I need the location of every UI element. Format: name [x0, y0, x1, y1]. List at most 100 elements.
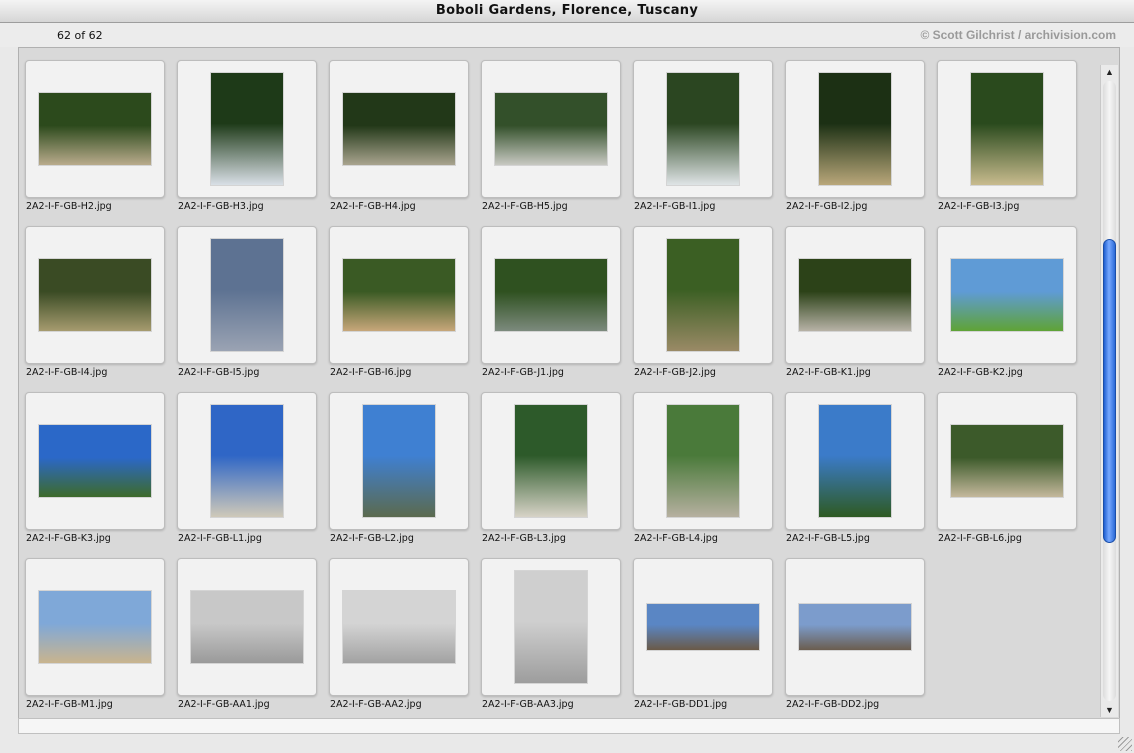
- thumbnail-image[interactable]: [951, 425, 1063, 497]
- thumbnail-image[interactable]: [343, 259, 455, 331]
- thumbnail-item[interactable]: 2A2-I-F-GB-L6.jpg: [931, 380, 1083, 545]
- thumbnail-filename: 2A2-I-F-GB-AA2.jpg: [330, 699, 422, 710]
- slide-mount[interactable]: [785, 60, 925, 198]
- thumbnail-filename: 2A2-I-F-GB-I5.jpg: [178, 367, 260, 378]
- thumbnail-filename: 2A2-I-F-GB-K2.jpg: [938, 367, 1023, 378]
- thumbnail-item[interactable]: 2A2-I-F-GB-L2.jpg: [323, 380, 475, 545]
- thumbnail-image[interactable]: [515, 571, 587, 683]
- thumbnail-item[interactable]: 2A2-I-F-GB-L5.jpg: [779, 380, 931, 545]
- thumbnail-item[interactable]: 2A2-I-F-GB-K3.jpg: [19, 380, 171, 545]
- thumbnail-item[interactable]: 2A2-I-F-GB-AA1.jpg: [171, 546, 323, 711]
- thumbnail-image[interactable]: [343, 93, 455, 165]
- thumbnail-item[interactable]: 2A2-I-F-GB-AA3.jpg: [475, 546, 627, 711]
- thumbnail-item[interactable]: 2A2-I-F-GB-I2.jpg: [779, 48, 931, 213]
- thumbnail-image[interactable]: [363, 405, 435, 517]
- scroll-up-arrow-icon[interactable]: ▲: [1101, 65, 1118, 79]
- thumbnail-image[interactable]: [971, 73, 1043, 185]
- slide-mount[interactable]: [481, 558, 621, 696]
- slide-mount[interactable]: [25, 226, 165, 364]
- thumbnail-image[interactable]: [39, 259, 151, 331]
- thumbnail-image[interactable]: [515, 405, 587, 517]
- thumbnail-filename: 2A2-I-F-GB-H3.jpg: [178, 201, 264, 212]
- thumbnail-image[interactable]: [667, 73, 739, 185]
- thumbnail-item[interactable]: 2A2-I-F-GB-K2.jpg: [931, 214, 1083, 379]
- slide-mount[interactable]: [177, 558, 317, 696]
- thumbnail-item[interactable]: 2A2-I-F-GB-DD1.jpg: [627, 546, 779, 711]
- thumbnail-item[interactable]: 2A2-I-F-GB-L4.jpg: [627, 380, 779, 545]
- thumbnail-item[interactable]: 2A2-I-F-GB-L1.jpg: [171, 380, 323, 545]
- thumbnail-image[interactable]: [495, 93, 607, 165]
- copyright-credit: © Scott Gilchrist / archivision.com: [920, 28, 1116, 42]
- thumbnail-item[interactable]: 2A2-I-F-GB-H3.jpg: [171, 48, 323, 213]
- slide-mount[interactable]: [329, 392, 469, 530]
- thumbnail-image[interactable]: [211, 239, 283, 351]
- thumbnail-item[interactable]: 2A2-I-F-GB-I5.jpg: [171, 214, 323, 379]
- slide-mount[interactable]: [25, 60, 165, 198]
- slide-mount[interactable]: [633, 226, 773, 364]
- thumbnail-grid: 2A2-I-F-GB-H2.jpg 2A2-I-F-GB-H3.jpg 2A2-I-…: [19, 48, 1099, 718]
- thumbnail-image[interactable]: [39, 425, 151, 497]
- thumbnail-filename: 2A2-I-F-GB-M1.jpg: [26, 699, 113, 710]
- thumbnail-image[interactable]: [819, 73, 891, 185]
- scroll-down-arrow-icon[interactable]: ▼: [1101, 703, 1118, 717]
- slide-mount[interactable]: [633, 392, 773, 530]
- thumbnail-filename: 2A2-I-F-GB-J1.jpg: [482, 367, 564, 378]
- thumbnail-filename: 2A2-I-F-GB-L4.jpg: [634, 533, 718, 544]
- thumbnail-image[interactable]: [211, 73, 283, 185]
- slide-mount[interactable]: [177, 226, 317, 364]
- thumbnail-item[interactable]: 2A2-I-F-GB-AA2.jpg: [323, 546, 475, 711]
- thumbnail-image[interactable]: [799, 604, 911, 650]
- thumbnail-item[interactable]: 2A2-I-F-GB-H2.jpg: [19, 48, 171, 213]
- slide-mount[interactable]: [25, 392, 165, 530]
- scroll-thumb[interactable]: [1103, 239, 1116, 543]
- thumbnail-image[interactable]: [39, 591, 151, 663]
- thumbnail-item[interactable]: 2A2-I-F-GB-H5.jpg: [475, 48, 627, 213]
- slide-mount[interactable]: [481, 392, 621, 530]
- thumbnail-item[interactable]: 2A2-I-F-GB-J2.jpg: [627, 214, 779, 379]
- thumbnail-item[interactable]: 2A2-I-F-GB-I3.jpg: [931, 48, 1083, 213]
- thumbnail-item[interactable]: 2A2-I-F-GB-DD2.jpg: [779, 546, 931, 711]
- slide-mount[interactable]: [329, 558, 469, 696]
- slide-mount[interactable]: [481, 60, 621, 198]
- thumbnail-image[interactable]: [667, 405, 739, 517]
- image-count: 62 of 62: [57, 29, 103, 42]
- resize-grip-icon[interactable]: [1118, 737, 1132, 751]
- thumbnail-image[interactable]: [495, 259, 607, 331]
- slide-mount[interactable]: [329, 60, 469, 198]
- thumbnail-item[interactable]: 2A2-I-F-GB-K1.jpg: [779, 214, 931, 379]
- thumbnail-item[interactable]: 2A2-I-F-GB-L3.jpg: [475, 380, 627, 545]
- thumbnail-filename: 2A2-I-F-GB-AA1.jpg: [178, 699, 270, 710]
- slide-mount[interactable]: [481, 226, 621, 364]
- slide-mount[interactable]: [937, 226, 1077, 364]
- thumbnail-filename: 2A2-I-F-GB-J2.jpg: [634, 367, 716, 378]
- thumbnail-image[interactable]: [799, 259, 911, 331]
- slide-mount[interactable]: [329, 226, 469, 364]
- slide-mount[interactable]: [785, 392, 925, 530]
- thumbnail-item[interactable]: 2A2-I-F-GB-I1.jpg: [627, 48, 779, 213]
- slide-mount[interactable]: [937, 60, 1077, 198]
- slide-mount[interactable]: [937, 392, 1077, 530]
- vertical-scrollbar[interactable]: ▲ ▼: [1100, 65, 1118, 717]
- thumbnail-image[interactable]: [191, 591, 303, 663]
- thumbnail-item[interactable]: 2A2-I-F-GB-I6.jpg: [323, 214, 475, 379]
- thumbnail-image[interactable]: [211, 405, 283, 517]
- thumbnail-image[interactable]: [647, 604, 759, 650]
- thumbnail-item[interactable]: 2A2-I-F-GB-J1.jpg: [475, 214, 627, 379]
- slide-mount[interactable]: [785, 226, 925, 364]
- slide-mount[interactable]: [25, 558, 165, 696]
- thumbnail-image[interactable]: [819, 405, 891, 517]
- thumbnail-item[interactable]: 2A2-I-F-GB-H4.jpg: [323, 48, 475, 213]
- thumbnail-item[interactable]: 2A2-I-F-GB-I4.jpg: [19, 214, 171, 379]
- slide-mount[interactable]: [785, 558, 925, 696]
- slide-mount[interactable]: [177, 392, 317, 530]
- slide-mount[interactable]: [633, 558, 773, 696]
- thumbnail-item[interactable]: 2A2-I-F-GB-M1.jpg: [19, 546, 171, 711]
- thumbnail-filename: 2A2-I-F-GB-I3.jpg: [938, 201, 1020, 212]
- slide-mount[interactable]: [177, 60, 317, 198]
- thumbnail-image[interactable]: [39, 93, 151, 165]
- thumbnail-image[interactable]: [343, 591, 455, 663]
- slide-mount[interactable]: [633, 60, 773, 198]
- thumbnail-image[interactable]: [667, 239, 739, 351]
- thumbnail-filename: 2A2-I-F-GB-I4.jpg: [26, 367, 108, 378]
- thumbnail-image[interactable]: [951, 259, 1063, 331]
